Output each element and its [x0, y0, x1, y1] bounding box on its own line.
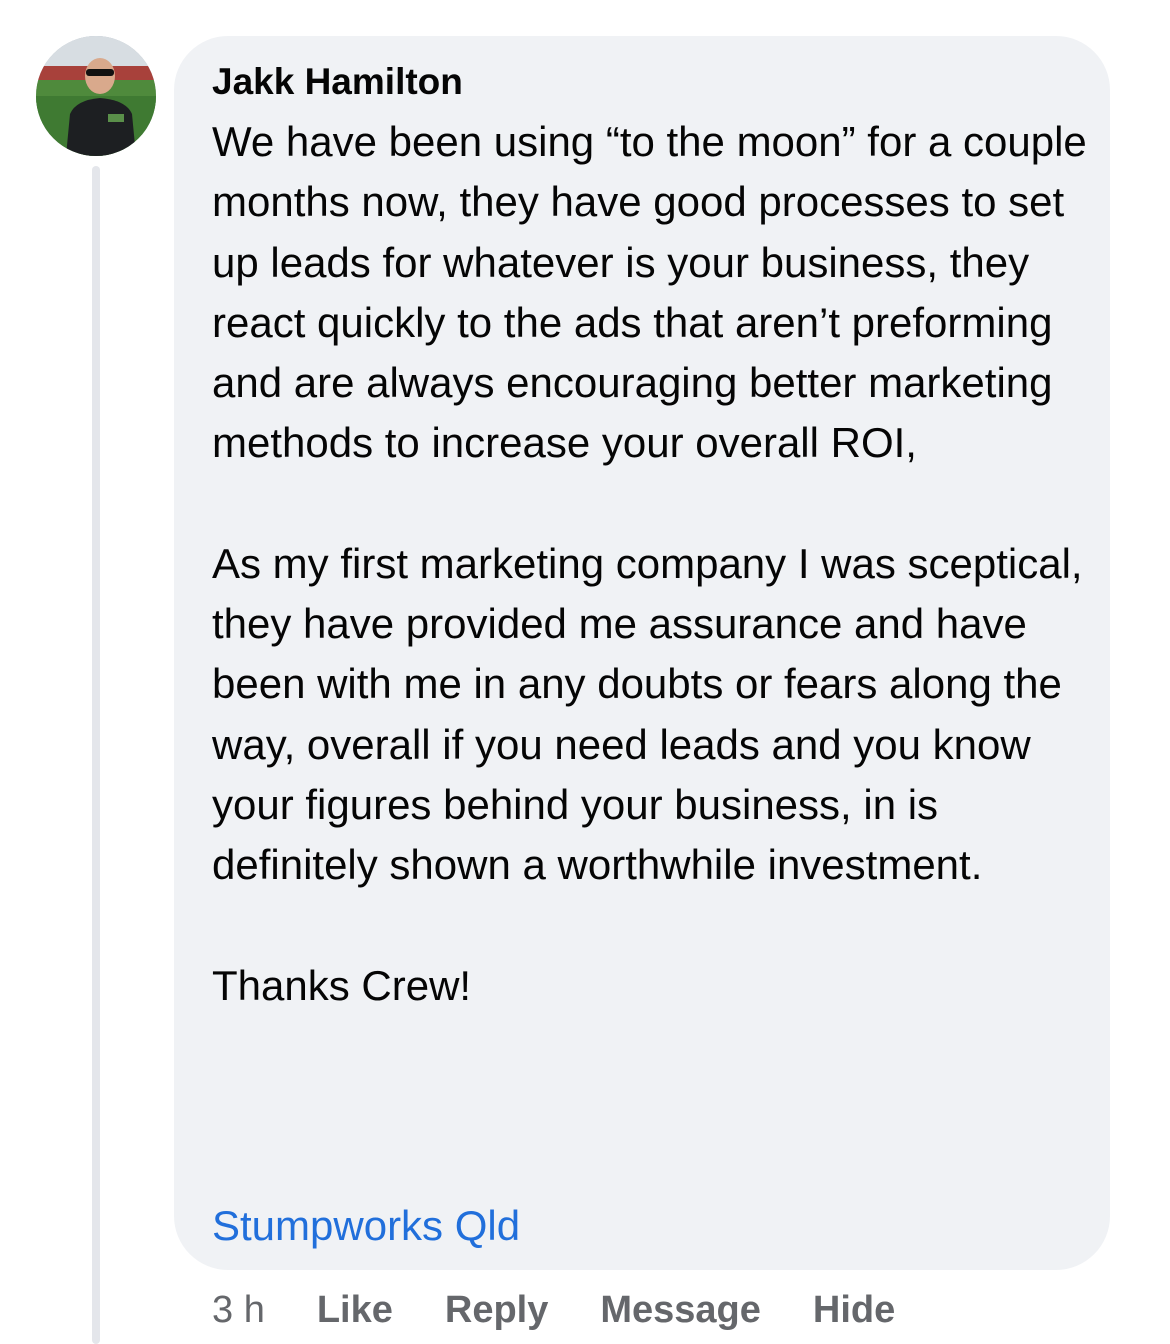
comment-paragraph: As my first marketing company I was scep…	[212, 539, 1083, 889]
comment-timestamp[interactable]: 3 h	[212, 1284, 265, 1336]
reply-button[interactable]: Reply	[445, 1284, 548, 1336]
like-button[interactable]: Like	[317, 1284, 393, 1336]
thread-line	[92, 166, 100, 1344]
tagged-page-link[interactable]: Stumpworks Qld	[212, 1200, 520, 1252]
author-avatar[interactable]	[36, 36, 156, 156]
comment-paragraph: Thanks Crew!	[212, 961, 472, 1009]
comment-bubble: Jakk Hamilton We have been using “to the…	[174, 36, 1110, 1270]
avatar-photo	[36, 36, 156, 156]
hide-button[interactable]: Hide	[813, 1284, 895, 1336]
message-button[interactable]: Message	[600, 1284, 761, 1336]
comment-actions: 3 h Like Reply Message Hide	[212, 1284, 947, 1336]
comment-author-name[interactable]: Jakk Hamilton	[212, 60, 463, 104]
comment-paragraph: We have been using “to the moon” for a c…	[212, 118, 1087, 467]
comment-body: We have been using “to the moon” for a c…	[212, 112, 1092, 1016]
